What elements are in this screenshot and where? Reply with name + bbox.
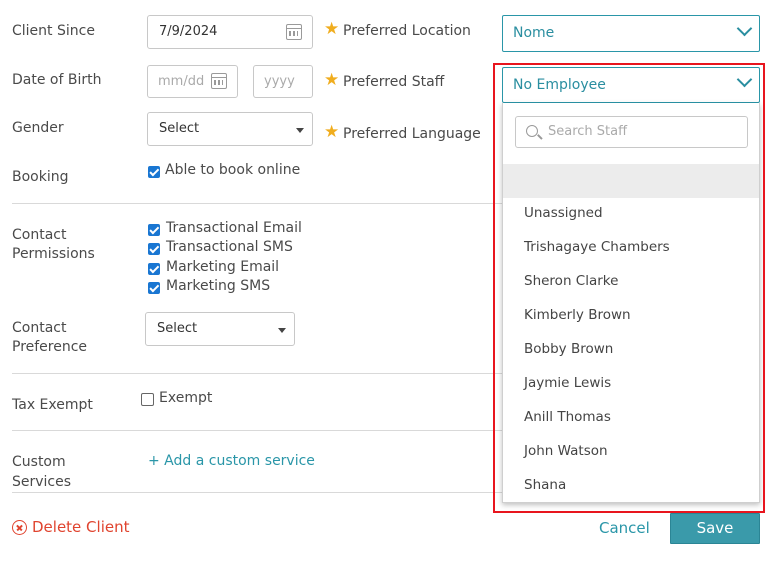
transactional-sms-label: Transactional SMS (166, 239, 293, 255)
gender-select[interactable]: Select (147, 112, 313, 146)
booking-checkbox[interactable] (148, 166, 160, 178)
marketing-sms-label: Marketing SMS (166, 278, 271, 294)
star-icon: ★ (324, 70, 340, 90)
dob-mmdd-input[interactable]: mm/dd (147, 65, 238, 98)
gender-select-value: Select (159, 121, 200, 136)
chevron-down-icon (736, 20, 753, 37)
custom-services-label-line2: Services (12, 474, 72, 490)
preferred-location-value: Nome (513, 25, 555, 41)
marketing-sms-checkbox[interactable] (148, 282, 160, 294)
client-since-input[interactable]: 7/9/2024 (147, 15, 313, 49)
calendar-icon[interactable] (286, 24, 302, 40)
preferred-location-label: Preferred Location (343, 23, 471, 39)
contact-preference-value: Select (157, 321, 198, 336)
tax-exempt-label: Tax Exempt (12, 397, 93, 413)
transactional-email-label: Transactional Email (166, 220, 302, 236)
preferred-location-select[interactable]: Nome (502, 15, 760, 52)
contact-permissions-label: Contact (12, 227, 67, 243)
marketing-email-label: Marketing Email (166, 259, 280, 275)
preferred-staff-label: Preferred Staff (343, 74, 445, 90)
marketing-email-checkbox[interactable] (148, 263, 160, 275)
cancel-button[interactable]: Cancel (599, 519, 650, 537)
gender-label: Gender (12, 120, 64, 136)
booking-label: Booking (12, 169, 69, 185)
highlight-box (493, 63, 765, 513)
star-icon: ★ (324, 122, 340, 142)
caret-down-icon (296, 128, 304, 133)
transactional-sms-checkbox[interactable] (148, 243, 160, 255)
tax-exempt-option-label: Exempt (159, 390, 213, 406)
contact-preference-select[interactable]: Select (145, 312, 295, 346)
dob-yyyy-placeholder: yyyy (264, 74, 295, 89)
delete-client-link[interactable]: Delete Client (32, 518, 129, 536)
date-of-birth-label: Date of Birth (12, 72, 102, 88)
client-since-value: 7/9/2024 (159, 24, 218, 39)
contact-preference-label: Contact (12, 320, 67, 336)
tax-exempt-checkbox[interactable] (141, 393, 154, 406)
section-divider (12, 430, 502, 431)
dob-yyyy-input[interactable]: yyyy (253, 65, 313, 98)
section-divider (12, 373, 502, 374)
contact-permissions-label-line2: Permissions (12, 246, 95, 262)
preferred-language-label: Preferred Language (343, 126, 481, 142)
caret-down-icon (278, 328, 286, 333)
booking-option-label: Able to book online (165, 162, 301, 178)
section-divider (12, 203, 502, 204)
x-circle-icon[interactable] (12, 520, 27, 535)
star-icon: ★ (324, 19, 340, 39)
client-since-label: Client Since (12, 23, 95, 39)
calendar-icon[interactable] (211, 73, 227, 89)
section-divider (12, 492, 502, 493)
transactional-email-checkbox[interactable] (148, 224, 160, 236)
custom-services-label: Custom (12, 454, 66, 470)
add-custom-service-link[interactable]: + Add a custom service (148, 453, 315, 469)
dob-mmdd-placeholder: mm/dd (158, 74, 205, 89)
save-button[interactable]: Save (670, 513, 760, 544)
contact-preference-label-line2: Preference (12, 339, 88, 355)
